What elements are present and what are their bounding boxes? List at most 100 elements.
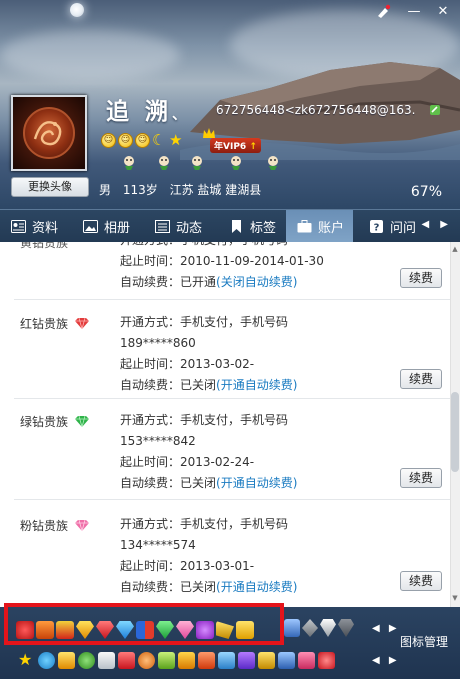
tab-album[interactable]: 相册	[72, 210, 142, 242]
profile-header: — ✕ 更换头像 追 溯、 672756448<zk672756448@163.…	[0, 0, 460, 209]
tab-scroll-arrows[interactable]: ◀ ▶	[421, 219, 452, 230]
auto-renew-link[interactable]: (开通自动续费)	[216, 476, 297, 490]
dragon-emblem-icon	[23, 107, 75, 159]
account-type-name: 粉钻贵族	[20, 517, 89, 534]
profile-card-icon	[11, 219, 26, 233]
renew-button[interactable]: 续费	[400, 571, 442, 591]
pet-icon[interactable]	[138, 652, 155, 669]
icon-row-arrows[interactable]: ◀ ▶	[372, 655, 400, 666]
car-icon[interactable]	[238, 652, 255, 669]
app-icon[interactable]	[198, 652, 215, 669]
nickname: 追 溯、	[106, 99, 191, 125]
renew-button[interactable]: 续费	[400, 468, 442, 488]
auto-renew: 自动续费：已关闭(开通自动续费)	[120, 378, 298, 392]
renew-button[interactable]: 续费	[400, 268, 442, 288]
scrollbar-thumb[interactable]	[451, 392, 459, 472]
pet-icon[interactable]	[229, 155, 243, 170]
phone-number: 134*****574	[120, 538, 196, 552]
shop-icon[interactable]	[298, 652, 315, 669]
pet-icon[interactable]	[266, 155, 280, 170]
time-range: 起止时间：2013-02-24-	[120, 455, 255, 469]
badge-2-icon[interactable]	[118, 652, 135, 669]
minimize-button[interactable]: —	[404, 3, 424, 21]
silver-diamond-icon[interactable]	[320, 619, 336, 637]
payment-method: 开通方式：手机支付，手机号码	[120, 413, 289, 427]
divider	[14, 299, 450, 300]
gray-diamond-icon[interactable]	[302, 619, 318, 637]
pet-icon[interactable]	[190, 155, 204, 170]
gender: 男	[99, 183, 112, 197]
game-icon[interactable]	[58, 652, 75, 669]
edit-icon[interactable]	[429, 104, 441, 116]
sun-level-icon: ☺	[135, 133, 150, 148]
pink-diamond-icon	[74, 520, 89, 531]
pet-icon[interactable]	[157, 155, 171, 170]
question-icon: ?	[370, 219, 383, 233]
pet-icon[interactable]	[122, 155, 136, 170]
dark-diamond-icon[interactable]	[338, 619, 354, 637]
auto-renew-link[interactable]: (关闭自动续费)	[216, 275, 297, 289]
phone-number: 153*****842	[120, 434, 196, 448]
payment-method: 开通方式：手机支付，手机号码	[120, 517, 289, 531]
briefcase-icon	[297, 219, 312, 232]
payment-method: 开通方式：手机支付，手机号码	[120, 242, 324, 251]
list-item: 粉钻贵族 开通方式：手机支付，手机号码 134*****574 起止时间：201…	[14, 510, 450, 600]
tab-profile[interactable]: 资料	[0, 210, 70, 242]
computer-icon[interactable]	[284, 619, 300, 637]
game2-icon[interactable]	[258, 652, 275, 669]
tab-feed[interactable]: 动态	[144, 210, 214, 242]
music-icon[interactable]	[158, 652, 175, 669]
star-level-icon: ★	[169, 131, 183, 149]
qzone-icon[interactable]	[38, 652, 55, 669]
mail-icon[interactable]	[98, 652, 115, 669]
gray-icon-row	[284, 619, 354, 637]
divider	[14, 398, 450, 399]
profile-completion: 67%	[410, 184, 442, 200]
phone-icon[interactable]	[218, 652, 235, 669]
avatar[interactable]	[11, 95, 87, 171]
time-range: 起止时间：2013-03-01-	[120, 559, 255, 573]
feed-icon	[155, 219, 170, 233]
list-item: 红钻贵族 开通方式：手机支付，手机号码 189*****860 起止时间：201…	[14, 308, 450, 398]
highlight-box	[4, 603, 284, 645]
age: 113岁	[122, 183, 158, 197]
list-item: 绿钻贵族 开通方式：手机支付，手机号码 153*****842 起止时间：201…	[14, 406, 450, 496]
auto-renew: 自动续费：已关闭(开通自动续费)	[120, 580, 298, 594]
auto-renew-link[interactable]: (开通自动续费)	[216, 378, 297, 392]
account-type-name: 黄钻贵族	[20, 242, 69, 250]
icon-row-arrows[interactable]: ◀ ▶	[372, 623, 400, 634]
account-type-name: 红钻贵族	[20, 315, 89, 332]
bookmark-icon	[232, 219, 241, 233]
skin-icon[interactable]	[373, 3, 393, 21]
account-list: 黄钻贵族 开通方式：手机支付，手机号码 起止时间：2010-11-09-2014…	[0, 242, 460, 607]
tab-tags[interactable]: 标签	[218, 210, 288, 242]
auto-renew: 自动续费：已关闭(开通自动续费)	[120, 476, 298, 490]
change-avatar-button[interactable]: 更换头像	[11, 177, 89, 197]
phone-number: 189*****860	[120, 336, 196, 350]
auto-renew-link[interactable]: (开通自动续费)	[216, 580, 297, 594]
account-id: 672756448<zk672756448@163.	[216, 103, 416, 117]
green-diamond-icon	[74, 416, 89, 427]
star-icon[interactable]: ★	[18, 652, 35, 669]
vip-badge[interactable]: 年VIP6 ↑	[210, 138, 261, 153]
sun-level-icon: ☺	[118, 133, 133, 148]
scroll-down-icon[interactable]: ▼	[451, 594, 459, 602]
scroll-up-icon[interactable]: ▲	[451, 245, 459, 253]
auto-renew: 自动续费：已开通(关闭自动续费)	[120, 275, 298, 289]
cloud-decoration	[0, 30, 180, 80]
tool-icon[interactable]	[278, 652, 295, 669]
tab-account[interactable]: 账户	[286, 210, 353, 242]
location: 江苏 盐城 建湖县	[169, 183, 262, 197]
red-diamond-icon	[74, 318, 89, 329]
close-button[interactable]: ✕	[433, 3, 453, 21]
moon-level-icon: ☾	[152, 131, 166, 149]
heart-icon[interactable]	[318, 652, 335, 669]
crown-icon	[203, 128, 215, 138]
sun-level-icon: ☺	[101, 133, 116, 148]
renew-button[interactable]: 续费	[400, 369, 442, 389]
divider	[14, 499, 450, 500]
tab-ask[interactable]: ? 问问	[358, 210, 428, 242]
penguin-icon[interactable]	[78, 652, 95, 669]
gift-icon[interactable]	[178, 652, 195, 669]
icon-manage-button[interactable]: 图标管理	[400, 633, 448, 650]
